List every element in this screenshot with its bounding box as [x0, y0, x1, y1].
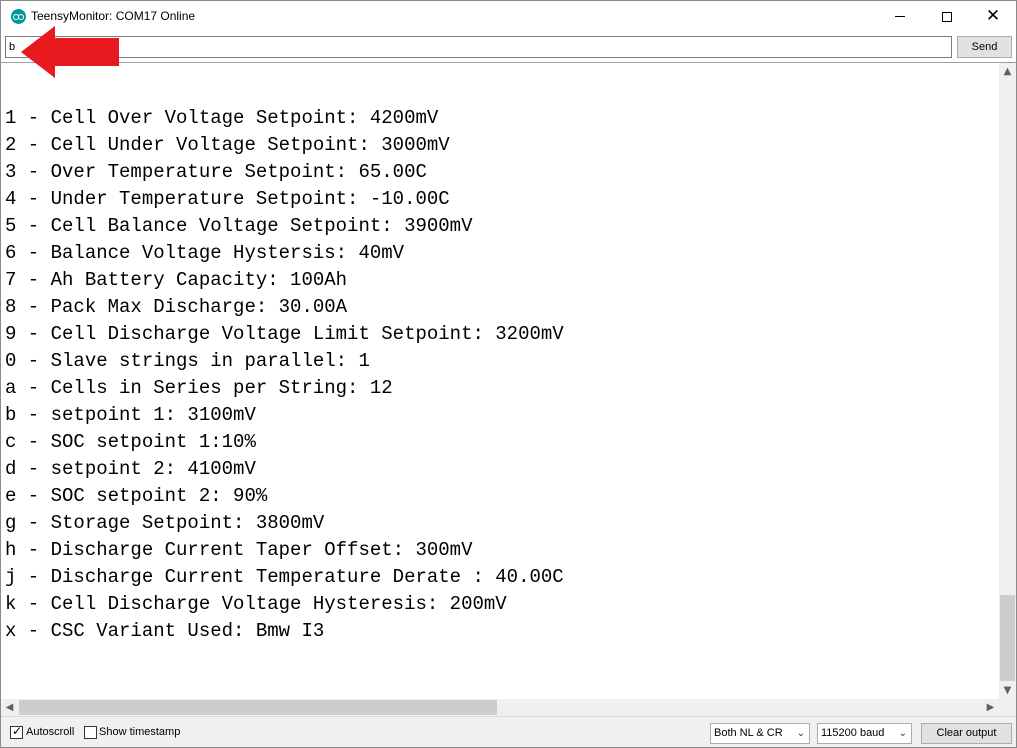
output-line: 9 - Cell Discharge Voltage Limit Setpoin…	[5, 323, 564, 345]
show-timestamp-checkbox[interactable]	[84, 726, 97, 739]
output-text: 1 - Cell Over Voltage Setpoint: 4200mV 2 …	[5, 105, 564, 645]
maximize-icon	[942, 11, 952, 22]
autoscroll-label[interactable]: Autoscroll	[26, 726, 74, 738]
output-line: j - Discharge Current Temperature Derate…	[5, 566, 564, 588]
scroll-corner	[999, 699, 1016, 716]
output-line: 2 - Cell Under Voltage Setpoint: 3000mV	[5, 134, 450, 156]
clear-output-button[interactable]: Clear output	[921, 723, 1012, 744]
autoscroll-checkbox[interactable]	[10, 724, 23, 739]
scroll-up-icon[interactable]: ▲	[999, 63, 1016, 80]
minimize-icon	[895, 16, 905, 17]
close-icon: ✕	[985, 6, 1001, 26]
scroll-down-icon[interactable]: ▼	[999, 682, 1016, 699]
output-line: b - setpoint 1: 3100mV	[5, 404, 256, 426]
window-title: TeensyMonitor: COM17 Online	[31, 9, 196, 23]
serial-monitor-window: TeensyMonitor: COM17 Online ✕ Send 1 - C…	[0, 0, 1017, 748]
scroll-left-icon[interactable]: ◀	[1, 699, 18, 716]
status-bar: Autoscroll Show timestamp Both NL & CR ⌄…	[1, 716, 1016, 747]
output-line: d - setpoint 2: 4100mV	[5, 458, 256, 480]
output-line: 0 - Slave strings in parallel: 1	[5, 350, 370, 372]
serial-input[interactable]	[5, 36, 952, 58]
scroll-right-icon[interactable]: ▶	[982, 699, 999, 716]
horizontal-scroll-thumb[interactable]	[19, 700, 497, 715]
horizontal-scrollbar[interactable]: ◀ ▶	[1, 699, 999, 716]
output-line: g - Storage Setpoint: 3800mV	[5, 512, 325, 534]
serial-output[interactable]: 1 - Cell Over Voltage Setpoint: 4200mV 2 …	[1, 63, 999, 699]
output-line: 7 - Ah Battery Capacity: 100Ah	[5, 269, 348, 291]
close-button[interactable]: ✕	[970, 1, 1016, 32]
vertical-scrollbar[interactable]: ▲ ▼	[999, 63, 1016, 699]
send-bar: Send	[1, 32, 1016, 62]
red-arrow-annotation	[21, 26, 119, 78]
line-ending-value: Both NL & CR	[714, 727, 783, 739]
maximize-button[interactable]	[924, 1, 970, 32]
output-line: h - Discharge Current Taper Offset: 300m…	[5, 539, 473, 561]
output-line: 4 - Under Temperature Setpoint: -10.00C	[5, 188, 450, 210]
minimize-button[interactable]	[877, 1, 923, 32]
show-timestamp-label[interactable]: Show timestamp	[99, 726, 180, 738]
output-line: 5 - Cell Balance Voltage Setpoint: 3900m…	[5, 215, 473, 237]
output-line: 8 - Pack Max Discharge: 30.00A	[5, 296, 348, 318]
output-line: e - SOC setpoint 2: 90%	[5, 485, 268, 507]
output-line: 3 - Over Temperature Setpoint: 65.00C	[5, 161, 427, 183]
arduino-icon	[11, 9, 26, 24]
output-line: c - SOC setpoint 1:10%	[5, 431, 256, 453]
baud-rate-value: 115200 baud	[821, 727, 885, 739]
chevron-down-icon: ⌄	[898, 728, 907, 739]
output-line: 1 - Cell Over Voltage Setpoint: 4200mV	[5, 107, 439, 129]
output-line: k - Cell Discharge Voltage Hysteresis: 2…	[5, 593, 507, 615]
output-line: a - Cells in Series per String: 12	[5, 377, 393, 399]
chevron-down-icon: ⌄	[796, 728, 805, 739]
output-line: x - CSC Variant Used: Bmw I3	[5, 620, 325, 642]
title-bar[interactable]: TeensyMonitor: COM17 Online ✕	[1, 1, 1016, 32]
output-line: 6 - Balance Voltage Hystersis: 40mV	[5, 242, 405, 264]
send-button[interactable]: Send	[957, 36, 1012, 58]
baud-rate-select[interactable]: 115200 baud ⌄	[817, 723, 912, 744]
vertical-scroll-thumb[interactable]	[1000, 595, 1015, 681]
line-ending-select[interactable]: Both NL & CR ⌄	[710, 723, 810, 744]
